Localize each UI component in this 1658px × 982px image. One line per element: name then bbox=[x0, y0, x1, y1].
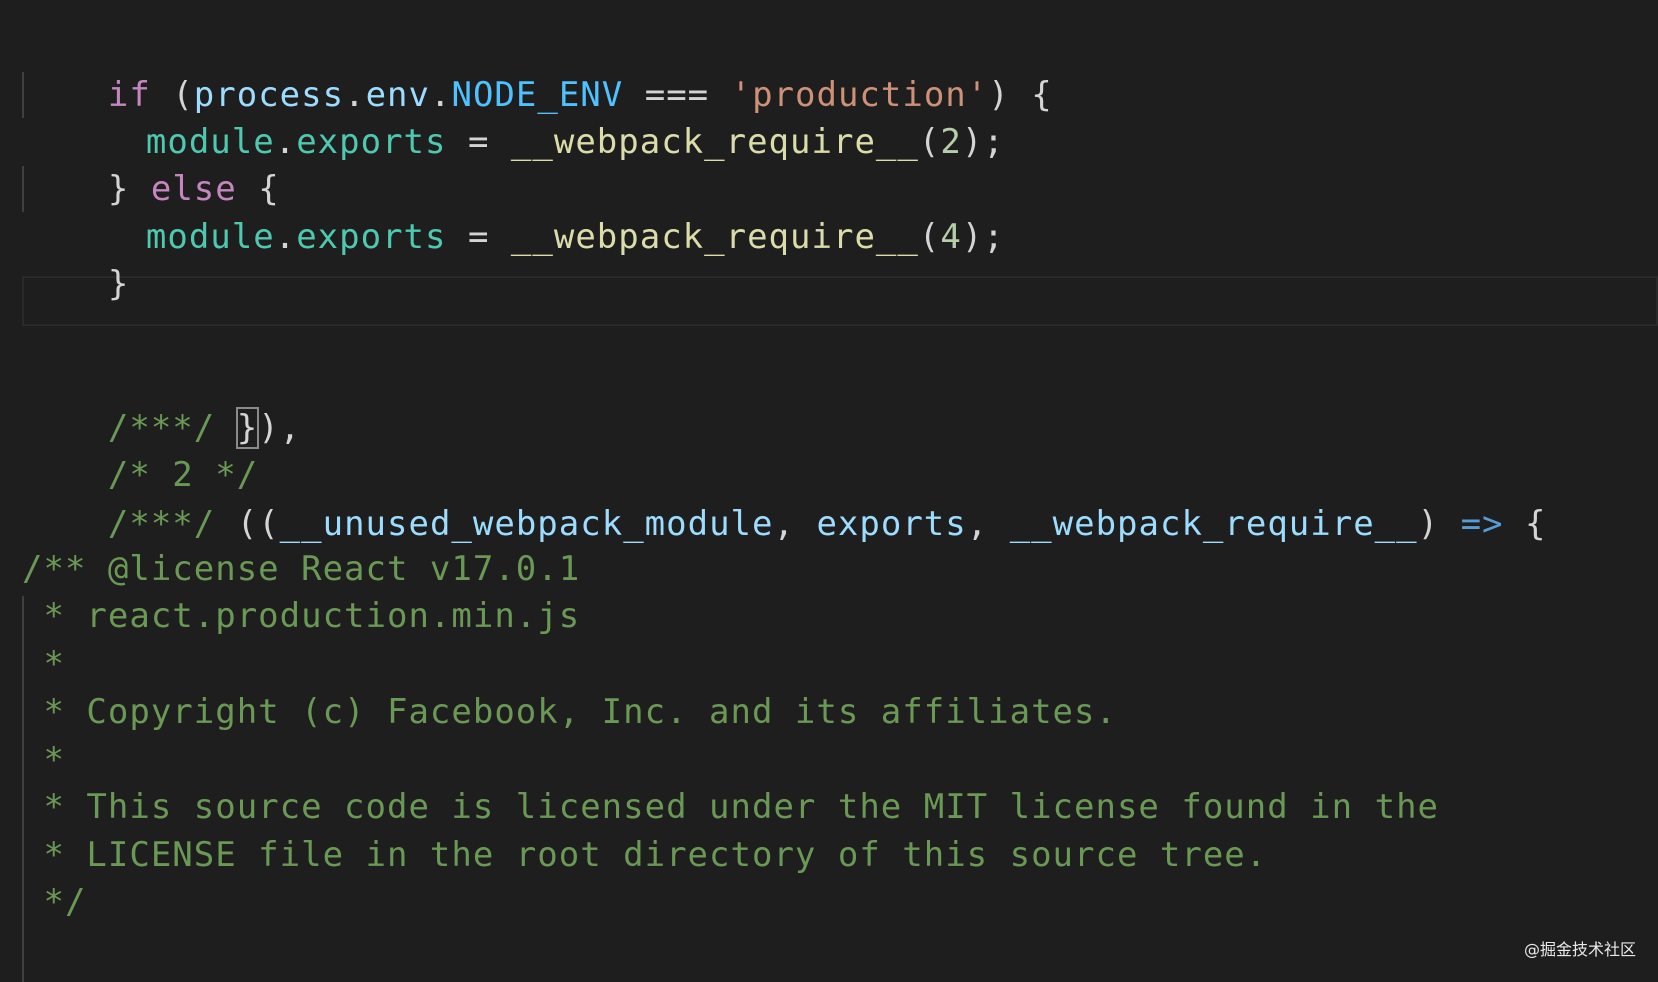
code-token: , bbox=[966, 504, 1010, 544]
code-line[interactable]: } else { bbox=[22, 114, 280, 209]
code-token: } bbox=[107, 264, 130, 304]
code-token: ( bbox=[918, 122, 941, 162]
number-literal: 4 bbox=[940, 217, 962, 257]
license-comment-line[interactable]: * This source code is licensed under the… bbox=[22, 782, 1439, 832]
code-token: . bbox=[274, 217, 297, 257]
comment-token: /***/ bbox=[107, 504, 237, 544]
license-comment-line[interactable]: * react.production.min.js bbox=[22, 591, 580, 641]
code-line[interactable]: } bbox=[22, 209, 129, 304]
license-comment-line[interactable]: * bbox=[22, 735, 65, 785]
code-token: , bbox=[773, 504, 817, 544]
code-line[interactable]: module.exports = __webpack_require__(4); bbox=[60, 162, 1005, 257]
code-token: exports bbox=[296, 122, 447, 162]
license-comment-line[interactable]: */ bbox=[22, 877, 86, 927]
code-line[interactable]: module.exports = __webpack_require__(2); bbox=[60, 67, 1005, 162]
code-token: = bbox=[446, 217, 511, 257]
code-token: (( bbox=[236, 504, 280, 544]
code-line[interactable]: /***/ ((__unused_webpack_module, exports… bbox=[22, 449, 1546, 544]
code-token: module bbox=[145, 217, 275, 257]
code-line[interactable]: /***/ }), bbox=[22, 353, 301, 449]
code-token: ), bbox=[258, 408, 302, 448]
code-token: ) bbox=[1417, 504, 1461, 544]
code-line[interactable]: if (process.env.NODE_ENV === 'production… bbox=[22, 20, 1053, 115]
arrow-operator: => bbox=[1460, 504, 1504, 544]
license-comment-line[interactable]: * bbox=[22, 639, 65, 689]
code-token: exports bbox=[296, 217, 447, 257]
license-comment-line[interactable]: * Copyright (c) Facebook, Inc. and its a… bbox=[22, 687, 1117, 737]
code-token: ( bbox=[918, 217, 941, 257]
parameter-token: __unused_webpack_module bbox=[279, 504, 774, 544]
parameter-token: __webpack_require__ bbox=[1009, 504, 1418, 544]
function-call: __webpack_require__ bbox=[510, 217, 919, 257]
code-editor[interactable]: if (process.env.NODE_ENV === 'production… bbox=[0, 0, 1658, 982]
parameter-token: exports bbox=[816, 504, 967, 544]
code-line[interactable]: /* 2 */ bbox=[22, 400, 258, 495]
license-comment-line[interactable]: * LICENSE file in the root directory of … bbox=[22, 830, 1267, 880]
code-token: { bbox=[1503, 504, 1547, 544]
license-comment-line[interactable]: /** @license React v17.0.1 bbox=[22, 544, 580, 594]
watermark: @掘金技术社区 bbox=[1523, 940, 1636, 959]
code-token: ); bbox=[961, 217, 1005, 257]
code-token: ); bbox=[961, 122, 1005, 162]
number-literal: 2 bbox=[940, 122, 962, 162]
code-token: = bbox=[446, 122, 511, 162]
function-call: __webpack_require__ bbox=[510, 122, 919, 162]
current-line-highlight bbox=[22, 276, 1658, 326]
